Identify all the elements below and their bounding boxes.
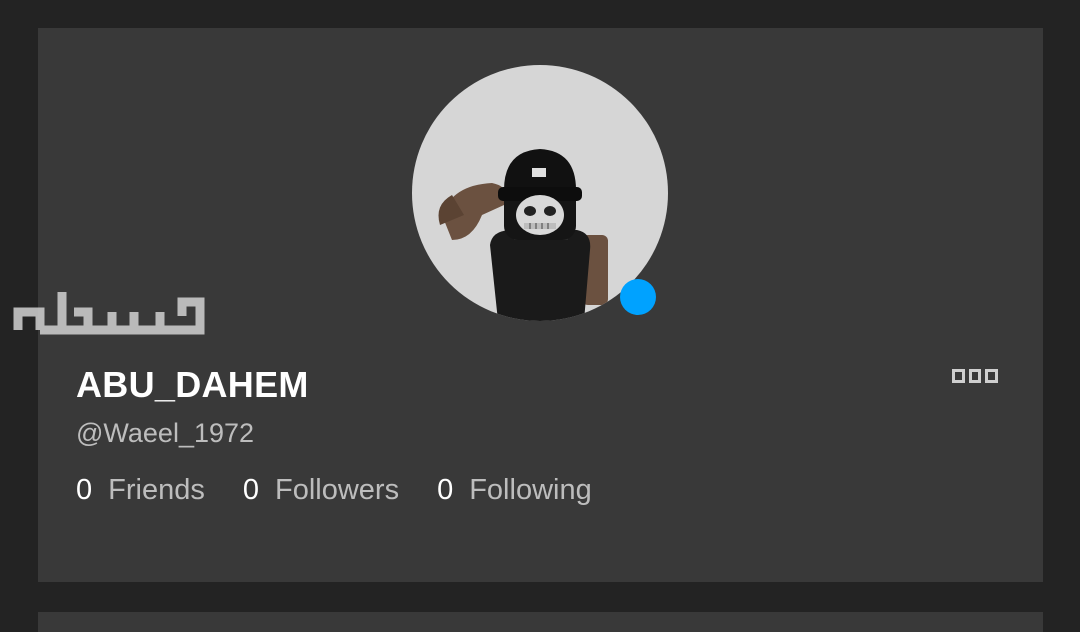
- following-count: 0: [437, 474, 454, 506]
- followers-count: 0: [242, 474, 259, 506]
- watermark-logo: [10, 282, 210, 338]
- more-options-icon: [952, 369, 965, 383]
- display-name: ABU_DAHEM: [76, 364, 309, 405]
- username: @Waeel_1972: [76, 418, 255, 448]
- more-options-button[interactable]: [952, 368, 999, 384]
- more-options-icon: [985, 369, 999, 383]
- followers-label: Followers: [274, 474, 400, 506]
- profile-stats: 0 Friends 0 Followers 0 Following: [76, 474, 592, 507]
- avatar-container[interactable]: [412, 65, 668, 321]
- friends-label: Friends: [108, 474, 205, 506]
- stat-followers[interactable]: 0 Followers: [243, 474, 399, 507]
- online-status-indicator: [620, 279, 656, 315]
- stat-following[interactable]: 0 Following: [437, 474, 592, 507]
- more-options-icon: [968, 369, 982, 383]
- next-section-card: [38, 612, 1043, 632]
- stat-friends[interactable]: 0 Friends: [76, 474, 205, 507]
- friends-count: 0: [76, 474, 93, 506]
- following-label: Following: [469, 474, 592, 506]
